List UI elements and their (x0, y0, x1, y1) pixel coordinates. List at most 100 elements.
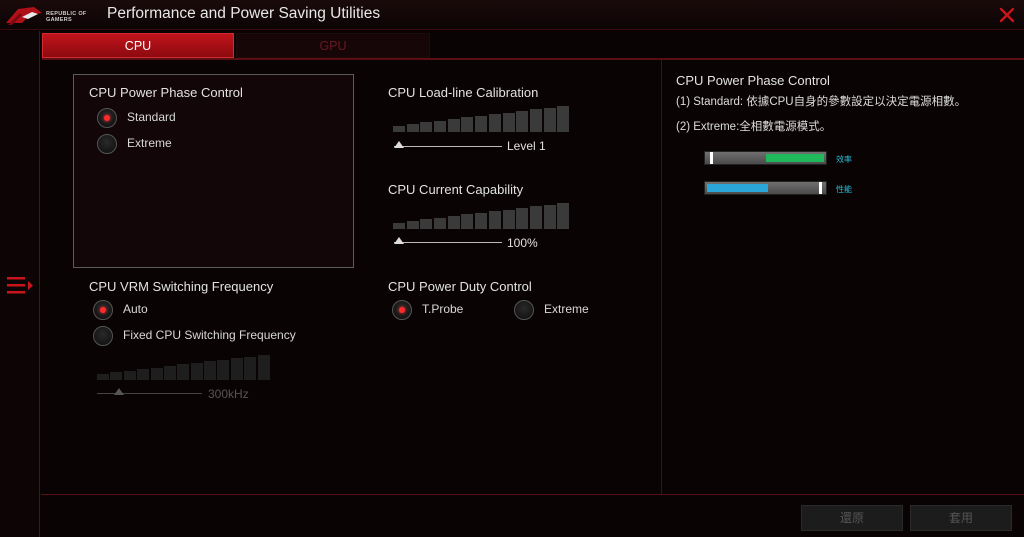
current-capability-slider-thumb[interactable] (394, 237, 404, 244)
efficiency-meter-marker (710, 152, 713, 164)
radio-auto-label: Auto (123, 302, 148, 316)
vrm-slider-track (97, 393, 202, 394)
performance-label: 性能 (836, 185, 852, 194)
vrm-slider-value: 300kHz (208, 387, 249, 401)
radio-fixed-frequency-label: Fixed CPU Switching Frequency (123, 328, 296, 342)
efficiency-meter-fill (765, 154, 824, 162)
duty-control-title: CPU Power Duty Control (388, 279, 532, 294)
radio-duty-extreme-label: Extreme (544, 302, 589, 316)
level-bar (124, 371, 136, 380)
radio-extreme-label: Extreme (127, 136, 172, 150)
llc-level-bars (393, 106, 569, 132)
power-phase-title: CPU Power Phase Control (89, 85, 243, 100)
level-bar (461, 117, 473, 132)
level-bar (530, 109, 542, 132)
close-icon (999, 7, 1015, 23)
current-capability-level-bars (393, 203, 569, 229)
level-bar (97, 374, 109, 380)
vrm-slider-thumb[interactable] (114, 388, 124, 395)
performance-meter-marker (819, 182, 822, 194)
window-title: Performance and Power Saving Utilities (107, 5, 381, 22)
llc-title: CPU Load-line Calibration (388, 85, 539, 100)
apply-button[interactable]: 套用 (910, 505, 1012, 531)
level-bar (503, 113, 515, 132)
level-bar (448, 216, 460, 229)
power-phase-extreme-option[interactable]: Extreme (97, 134, 217, 154)
level-bar (489, 114, 501, 132)
power-phase-group (73, 74, 354, 268)
level-bar (544, 205, 556, 229)
radio-extreme[interactable] (97, 134, 117, 154)
level-bar (407, 221, 419, 229)
level-bar (557, 203, 569, 229)
duty-extreme-option[interactable]: Extreme (514, 300, 614, 320)
description-title: CPU Power Phase Control (676, 73, 830, 88)
radio-standard[interactable] (97, 108, 117, 128)
level-bar (530, 206, 542, 229)
level-bar (137, 369, 149, 380)
level-bar (151, 368, 163, 380)
current-capability-title: CPU Current Capability (388, 182, 524, 197)
rog-logo: REPUBLIC OF GAMERS (4, 3, 96, 27)
level-bar (177, 364, 189, 380)
level-bar (217, 360, 229, 380)
level-bar (557, 106, 569, 132)
level-bar (489, 211, 501, 229)
level-bar (393, 223, 405, 229)
tab-gpu[interactable]: GPU (236, 33, 430, 58)
level-bar (244, 357, 256, 380)
vrm-auto-option[interactable]: Auto (93, 300, 213, 320)
level-bar (448, 119, 460, 132)
level-bar (393, 126, 405, 132)
llc-slider-thumb[interactable] (394, 141, 404, 148)
footer-divider (41, 494, 1024, 495)
performance-meter (704, 181, 827, 195)
menu-button[interactable] (4, 274, 36, 298)
llc-slider-track (394, 146, 502, 147)
radio-tprobe[interactable] (392, 300, 412, 320)
level-bar (461, 214, 473, 229)
current-capability-slider-value: 100% (507, 236, 538, 250)
undo-button[interactable]: 還原 (801, 505, 903, 531)
description-line-extreme: (2) Extreme:全相數電源模式。 (676, 121, 832, 133)
level-bar (191, 363, 203, 380)
level-bar (258, 355, 270, 380)
level-bar (434, 218, 446, 229)
panel-divider (661, 60, 662, 494)
level-bar (204, 361, 216, 380)
radio-standard-label: Standard (127, 110, 176, 124)
level-bar (516, 208, 528, 229)
level-bar (231, 358, 243, 380)
level-bar (420, 219, 432, 229)
vrm-fixed-option[interactable]: Fixed CPU Switching Frequency (93, 326, 323, 346)
radio-auto[interactable] (93, 300, 113, 320)
power-phase-standard-option[interactable]: Standard (97, 108, 217, 128)
efficiency-meter (704, 151, 827, 165)
llc-slider-value: Level 1 (507, 139, 546, 153)
title-bar: REPUBLIC OF GAMERS Performance and Power… (0, 0, 1024, 30)
level-bar (475, 213, 487, 229)
tab-underline (42, 58, 1024, 60)
level-bar (503, 210, 515, 229)
brand-text: REPUBLIC OF GAMERS (46, 11, 87, 23)
app-window: REPUBLIC OF GAMERS Performance and Power… (0, 0, 1024, 537)
radio-tprobe-label: T.Probe (422, 302, 464, 316)
duty-tprobe-option[interactable]: T.Probe (392, 300, 492, 320)
level-bar (110, 372, 122, 380)
vrm-title: CPU VRM Switching Frequency (89, 279, 274, 294)
performance-meter-fill (707, 184, 768, 192)
level-bar (164, 366, 176, 380)
level-bar (475, 116, 487, 132)
menu-icon (7, 277, 33, 294)
close-button[interactable] (996, 4, 1018, 26)
radio-duty-extreme[interactable] (514, 300, 534, 320)
tab-bar: CPU GPU (42, 33, 432, 58)
efficiency-label: 效率 (836, 155, 852, 164)
tab-cpu[interactable]: CPU (42, 33, 234, 58)
level-bar (544, 108, 556, 132)
level-bar (407, 124, 419, 132)
description-line-standard: (1) Standard: 依據CPU自身的參數設定以決定電源相數。 (676, 96, 967, 108)
vrm-level-bars (97, 355, 270, 380)
current-capability-slider-track (394, 242, 502, 243)
radio-fixed-frequency[interactable] (93, 326, 113, 346)
